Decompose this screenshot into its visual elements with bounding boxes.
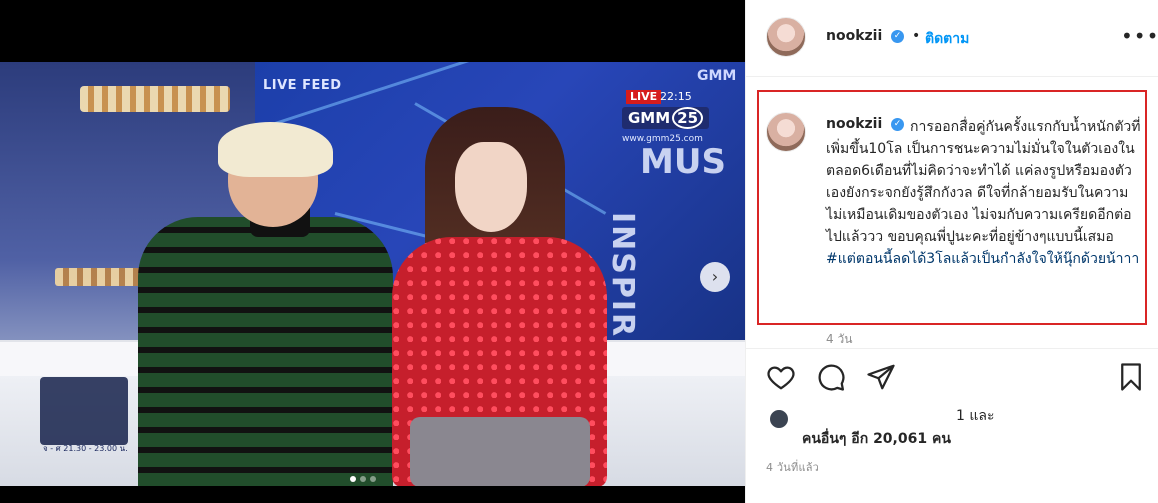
post-header: nookzii ✓ • ติดตาม ••• bbox=[746, 0, 1158, 77]
stage-lights bbox=[80, 86, 230, 112]
caption-age: 4 วัน bbox=[826, 332, 853, 346]
show-logo bbox=[40, 377, 128, 445]
follow-button[interactable]: ติดตาม bbox=[925, 28, 969, 50]
verified-badge-icon: ✓ bbox=[891, 30, 904, 43]
carousel-dot-active bbox=[350, 476, 356, 482]
caption-username[interactable]: nookzii bbox=[826, 116, 882, 132]
caption-hashtag-link[interactable]: #แต่ตอนนี้ลดได้3โลแล้วเป็นกำลังใจให้นุ๊ก… bbox=[826, 251, 1139, 267]
caption-body: การออกสื่อคู่กันครั้งแรกกับน้ำหนักตัวที่… bbox=[826, 119, 1141, 245]
show-schedule-text: จ - ศ 21.30 - 23.00 น. bbox=[43, 444, 128, 453]
comment-icon[interactable] bbox=[816, 362, 846, 392]
carousel-dots bbox=[350, 476, 376, 482]
post-photo[interactable]: LIVE FEED GMM MUS INSPIR จ - ศ 21.30 - 2… bbox=[0, 62, 745, 486]
carousel-next-button[interactable]: › bbox=[700, 262, 730, 292]
divider bbox=[746, 348, 1158, 349]
channel-logo-number: 25 bbox=[672, 107, 704, 129]
likes-count-link[interactable]: คนอื่นๆ อีก 20,061 คน bbox=[802, 428, 951, 450]
post-details-panel: nookzii ✓ • ติดตาม ••• การออกสื่อคู่กันค… bbox=[745, 0, 1158, 503]
channel-url: www.gmm25.com bbox=[622, 134, 703, 144]
caption-avatar[interactable] bbox=[766, 112, 806, 152]
caption-verified-icon: ✓ bbox=[891, 118, 904, 131]
avatar[interactable] bbox=[766, 17, 806, 57]
liker-avatar[interactable] bbox=[768, 408, 790, 430]
likes-summary-line1: 1 และ bbox=[956, 408, 995, 424]
caption-text: การออกสื่อคู่กันครั้งแรกกับน้ำหนักตัวที่… bbox=[826, 116, 1144, 270]
person-woman-skirt bbox=[410, 417, 590, 486]
separator-bullet: • bbox=[912, 28, 921, 44]
post-media[interactable]: LIVE FEED GMM MUS INSPIR จ - ศ 21.30 - 2… bbox=[0, 0, 745, 503]
live-time: 22:15 bbox=[660, 90, 692, 103]
backdrop-text-vertical: INSPIR bbox=[605, 212, 640, 339]
live-badge: LIVE bbox=[626, 90, 662, 104]
share-icon[interactable] bbox=[866, 362, 896, 392]
person-man-jacket bbox=[138, 217, 393, 486]
bookmark-icon[interactable] bbox=[1116, 362, 1146, 392]
channel-logo: GMM 25 bbox=[622, 107, 710, 129]
carousel-dot bbox=[360, 476, 366, 482]
more-options-icon[interactable]: ••• bbox=[1121, 26, 1158, 46]
person-woman-face bbox=[455, 142, 527, 232]
post-timestamp[interactable]: 4 วันที่แล้ว bbox=[766, 458, 819, 476]
backdrop-text: MUS bbox=[640, 142, 726, 182]
channel-backdrop-text: GMM bbox=[697, 68, 737, 84]
live-feed-label: LIVE FEED bbox=[263, 78, 342, 93]
heart-icon[interactable] bbox=[766, 362, 796, 392]
carousel-dot bbox=[370, 476, 376, 482]
channel-logo-text: GMM bbox=[628, 109, 671, 127]
header-username[interactable]: nookzii bbox=[826, 28, 882, 44]
